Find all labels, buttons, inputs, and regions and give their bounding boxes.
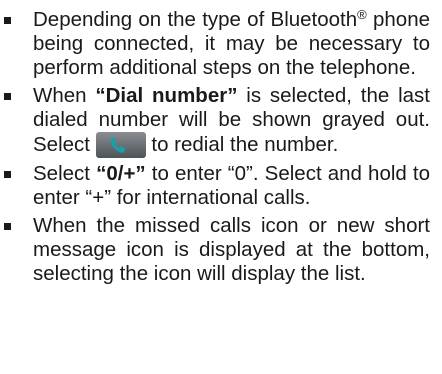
list-item-missed-calls-note: When the missed calls icon or new short … [0, 214, 430, 286]
note-text: to redial the number. [145, 133, 339, 156]
bullet-marker [4, 93, 11, 100]
note-text: When [33, 84, 96, 107]
bullet-marker [4, 223, 11, 230]
note-text: When the missed calls icon or new short … [33, 214, 430, 285]
bullet-marker [4, 17, 11, 24]
registered-mark: ® [357, 7, 367, 22]
list-item-dial-number-note: When “Dial number” is selected, the last… [0, 84, 430, 158]
bullet-marker [4, 171, 11, 178]
note-text: Select [33, 162, 97, 185]
dial-number-label: “Dial number” [95, 84, 238, 107]
note-text: Depending on the type of Bluetooth [33, 8, 358, 31]
list-item-bluetooth-note: Depending on the type of Bluetooth® phon… [0, 8, 430, 80]
instruction-list: Depending on the type of Bluetooth® phon… [0, 0, 430, 286]
list-item-zero-plus-note: Select “0/+” to enter “0”. Select and ho… [0, 162, 430, 210]
phone-handset-icon [95, 132, 146, 158]
zero-plus-label: “0/+” [96, 162, 146, 185]
